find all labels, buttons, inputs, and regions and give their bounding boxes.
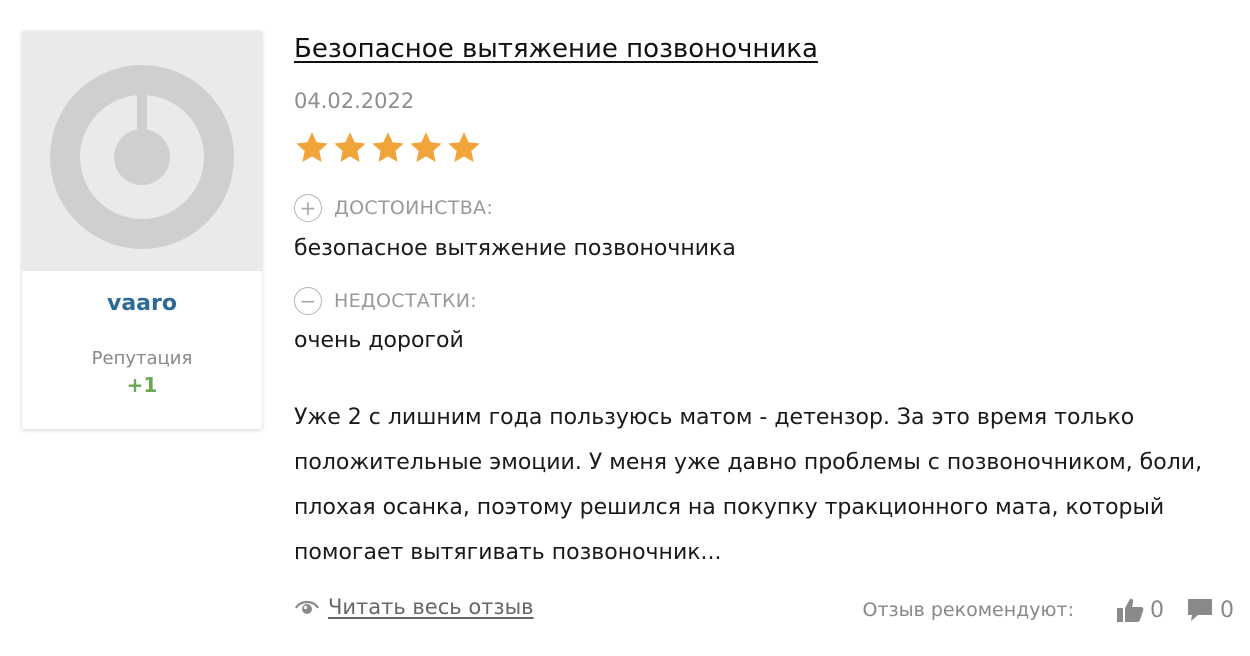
like-count: 0 xyxy=(1150,597,1164,623)
like-button[interactable]: 0 xyxy=(1116,597,1164,623)
avatar[interactable] xyxy=(22,31,262,271)
star-icon xyxy=(296,132,328,162)
eye-icon xyxy=(295,600,319,614)
review-title[interactable]: Безопасное вытяжение позвоночника xyxy=(294,34,818,64)
cons-label: НЕДОСТАТКИ: xyxy=(334,290,477,312)
default-avatar-icon xyxy=(50,65,234,249)
pros-header: + ДОСТОИНСТВА: xyxy=(294,194,493,222)
reputation-label: Репутация xyxy=(91,348,193,369)
comment-count: 0 xyxy=(1220,597,1234,623)
review-body: Уже 2 с лишним года пользуюсь матом - де… xyxy=(294,405,1203,565)
read-more-link[interactable]: Читать весь отзыв xyxy=(294,595,534,619)
cons-header: − НЕДОСТАТКИ: xyxy=(294,287,477,315)
pros-label: ДОСТОИНСТВА: xyxy=(334,197,494,219)
pros-text: безопасное вытяжение позвоночника xyxy=(294,236,736,261)
minus-circle-icon: − xyxy=(294,287,322,315)
recommend-label: Отзыв рекомендуют: xyxy=(862,599,1074,621)
plus-circle-icon: + xyxy=(294,194,322,222)
star-icon xyxy=(448,132,480,162)
star-icon xyxy=(372,132,404,162)
comment-icon xyxy=(1188,599,1212,621)
username[interactable]: vaaro xyxy=(22,291,262,316)
star-icon xyxy=(334,132,366,162)
user-card: vaaro Репутация +1 xyxy=(22,31,262,429)
read-more-label[interactable]: Читать весь отзыв xyxy=(328,595,534,619)
recommend-bar: Отзыв рекомендуют: 0 0 xyxy=(862,597,1234,623)
review: Безопасное вытяжение позвоночника 04.02.… xyxy=(294,34,1234,623)
thumbs-up-icon xyxy=(1117,598,1144,622)
reputation-value: +1 xyxy=(126,373,158,397)
review-date: 04.02.2022 xyxy=(294,89,415,113)
comments-button[interactable]: 0 xyxy=(1186,597,1234,623)
rating-stars xyxy=(294,130,482,166)
star-icon xyxy=(410,132,442,162)
cons-text: очень дорогой xyxy=(294,328,464,353)
